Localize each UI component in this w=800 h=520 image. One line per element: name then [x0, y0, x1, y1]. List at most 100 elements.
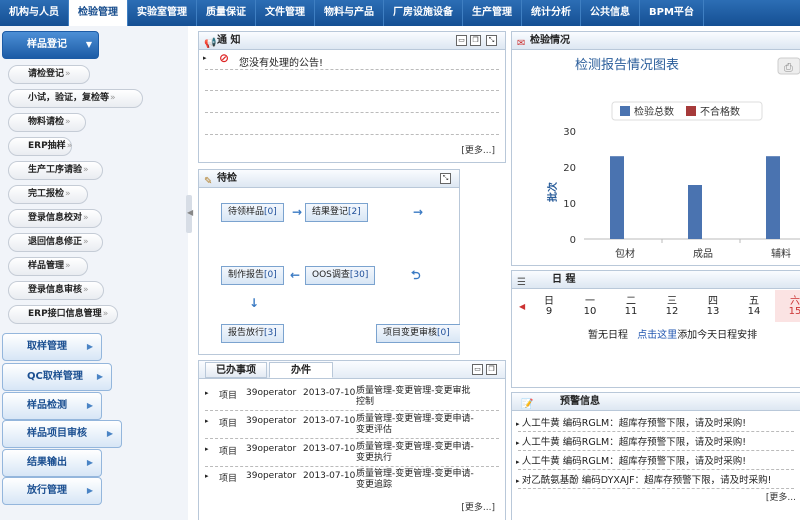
sidebar-section-label: QC取样管理 — [27, 371, 83, 382]
add-schedule-link[interactable]: 点击这里 — [637, 330, 677, 341]
workflow-label: 结果登记 — [312, 207, 349, 217]
print-icon[interactable]: ⎙ — [777, 57, 800, 75]
chevron-right-icon: » — [110, 93, 116, 103]
task-row[interactable]: ▸ 项目 39operator 2013-07-10 质量管理-变更管理-变更申请- 变更… — [203, 439, 499, 465]
task-desc-cont: 变更执行 — [356, 453, 393, 463]
nav-item[interactable]: 统计分析 — [522, 0, 581, 26]
alert-row[interactable]: ▸ 人工牛黄 编码RGLM：超库存预警下限，请及时采购! — [516, 415, 746, 429]
settings-icon[interactable]: ⤡ — [440, 173, 451, 184]
sidebar-subitem[interactable]: 小试，验证，复检等» — [8, 89, 143, 108]
sidebar-subitem[interactable]: 登录信息审核» — [8, 281, 104, 300]
settings-icon[interactable]: ⤡ — [486, 35, 497, 46]
sidebar-subitem[interactable]: 退回信息修正» — [8, 233, 103, 252]
alert-row[interactable]: ▸ 对乙酰氨基酚 编码DYXAJF：超库存预警下限，请及时采购! — [516, 472, 771, 486]
nav-item[interactable]: 质量保证 — [197, 0, 256, 26]
sidebar-collapse-handle[interactable]: ◀ — [186, 195, 193, 233]
nav-item[interactable]: 生产管理 — [463, 0, 522, 26]
workflow-count: [0] — [437, 328, 450, 338]
workflow-report-release[interactable]: 报告放行[3] — [221, 324, 284, 343]
nav-item[interactable]: 机构与人员 — [0, 0, 69, 26]
task-row[interactable]: ▸ 项目 39operator 2013-07-10 质量管理-变更管理-变更申请- 变更… — [203, 466, 499, 492]
bar[interactable] — [610, 156, 624, 239]
tasks-panel: 已办事项 办件 ▭ ❐ ▸ 项目 39operator 2013-07-10 质量管理-… — [198, 360, 506, 520]
sidebar-subitem[interactable]: 完工报检» — [8, 185, 88, 204]
workflow-label: 报告放行 — [228, 328, 265, 338]
alert-row[interactable]: ▸ 人工牛黄 编码RGLM：超库存预警下限，请及时采购! — [516, 453, 746, 467]
schedule-day[interactable]: 日9 — [529, 290, 569, 322]
sidebar-subitem[interactable]: 物料请检» — [8, 113, 86, 132]
divider — [205, 134, 499, 135]
nav-item[interactable]: 实验室管理 — [128, 0, 197, 26]
day-name: 三 — [667, 296, 677, 307]
bar[interactable] — [688, 185, 702, 239]
nav-item[interactable]: 文件管理 — [256, 0, 315, 26]
schedule-day[interactable]: 二 11 — [611, 290, 651, 322]
pending-title: 待检 — [217, 173, 237, 184]
schedule-day[interactable]: 六 15 — [775, 290, 800, 322]
workflow-result-register[interactable]: 结果登记[2] — [305, 203, 368, 222]
schedule-day[interactable]: 三 12 — [652, 290, 692, 322]
task-user: 39operator — [246, 471, 297, 481]
workflow-count: [2] — [348, 207, 361, 217]
divider — [205, 69, 499, 70]
sidebar-section-sample-register[interactable]: 样品登记 ▼ — [2, 31, 99, 59]
sidebar-section[interactable]: 样品检测 ▶ — [2, 392, 102, 420]
sidebar-section[interactable]: QC取样管理 ▶ — [2, 363, 112, 391]
sidebar-subitem-label: 小试，验证，复检等 — [28, 93, 110, 103]
sidebar-section[interactable]: 放行管理 ▶ — [2, 477, 102, 505]
alert-text: 人工牛黄 编码RGLM：超库存预警下限，请及时采购! — [521, 418, 747, 429]
workflow-label: 项目变更审核 — [383, 328, 438, 338]
task-row[interactable]: ▸ 项目 39operator 2013-07-10 质量管理-变更管理-变更审批 控制 — [203, 383, 499, 409]
schedule-day[interactable]: 四 13 — [693, 290, 733, 322]
workflow-to-receive[interactable]: 待领样品[0] — [221, 203, 284, 222]
tasks-more-link[interactable]: [更多...] — [461, 500, 495, 513]
notice-more-link[interactable]: [更多...] — [461, 143, 495, 156]
minimize-icon[interactable]: ▭ — [456, 35, 467, 46]
arrow-down-icon: ↓ — [249, 296, 260, 310]
sidebar-subitem[interactable]: ERP接口信息管理» — [8, 305, 118, 324]
notice-title: 通 知 — [217, 35, 241, 46]
list-icon: ☰ — [517, 277, 526, 288]
sidebar-subitem-label: 退回信息修正 — [28, 237, 83, 247]
tab-todo[interactable]: 办件 — [269, 362, 333, 378]
svg-text:⎙: ⎙ — [784, 61, 793, 74]
restore-icon[interactable]: ❐ — [486, 364, 497, 375]
workflow-make-report[interactable]: 制作报告[0] — [221, 266, 284, 285]
alerts-more-link[interactable]: [更多... — [766, 490, 796, 503]
prev-week-icon[interactable]: ◀ — [519, 302, 525, 311]
schedule-day[interactable]: 一 10 — [570, 290, 610, 322]
alert-text: 人工牛黄 编码RGLM：超库存预警下限，请及时采购! — [521, 437, 747, 448]
restore-icon[interactable]: ❐ — [470, 35, 481, 46]
sidebar-section[interactable]: 样品项目审核 ▶ — [2, 420, 122, 448]
task-row[interactable]: ▸ 项目 39operator 2013-07-10 质量管理-变更管理-变更申请- 变更… — [203, 411, 499, 437]
sidebar-section[interactable]: 结果输出 ▶ — [2, 449, 102, 477]
tab-done[interactable]: 已办事项 — [205, 362, 267, 378]
nav-item[interactable]: 公共信息 — [581, 0, 640, 26]
bar[interactable] — [766, 156, 780, 239]
chevron-right-icon: » — [83, 285, 89, 295]
schedule-day[interactable]: 五 14 — [734, 290, 774, 322]
minimize-icon[interactable]: ▭ — [472, 364, 483, 375]
nav-item[interactable]: 检验管理 — [69, 0, 128, 26]
arrow-left-icon: ← — [290, 268, 301, 282]
workflow-count: [3] — [264, 328, 277, 338]
x-tick-label: 辅料 — [771, 247, 791, 260]
sidebar-section[interactable]: 取样管理 ▶ — [2, 333, 102, 361]
workflow-change-review[interactable]: 项目变更审核[0] — [376, 324, 460, 343]
day-date: 11 — [624, 306, 638, 317]
task-type: 项目 — [219, 474, 238, 484]
schedule-empty-text: 暂无日程 — [588, 330, 628, 341]
sidebar-subitem[interactable]: 请检登记» — [8, 65, 90, 84]
bullet-icon: ▸ — [203, 54, 207, 62]
nav-item[interactable]: 厂房设施设备 — [384, 0, 463, 26]
alert-row[interactable]: ▸ 人工牛黄 编码RGLM：超库存预警下限，请及时采购! — [516, 434, 746, 448]
sidebar-subitem[interactable]: 样品管理» — [8, 257, 88, 276]
sidebar-subitem-label: 完工报检 — [28, 189, 65, 199]
sidebar-subitem[interactable]: ERP抽样» — [8, 137, 72, 156]
nav-item[interactable]: BPM平台 — [640, 0, 704, 26]
sidebar-subitem[interactable]: 生产工序请验» — [8, 161, 103, 180]
sidebar-subitem[interactable]: 登录信息校对» — [8, 209, 102, 228]
chevron-right-icon: » — [65, 261, 71, 271]
nav-item[interactable]: 物料与产品 — [315, 0, 384, 26]
workflow-oos[interactable]: OOS调查[30] — [305, 266, 376, 285]
